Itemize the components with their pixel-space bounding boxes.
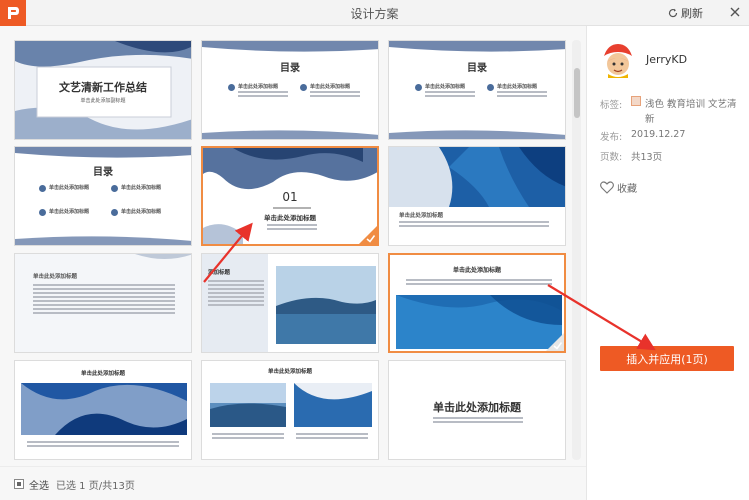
bullet [487, 84, 494, 91]
slide-item: 单击此处添加标题 [310, 84, 351, 90]
slide-title: 单击此处添加标题 [399, 213, 444, 219]
text-lines [310, 91, 360, 99]
slide-thumbnail-3[interactable]: 目录 单击此处添加标题 单击此处添加标题 [388, 40, 566, 140]
tag-icon [631, 96, 641, 106]
slide-title: 目录 [280, 63, 300, 74]
window-title: 设计方案 [350, 7, 399, 21]
slide-title: 单击此处添加标题 [33, 274, 78, 280]
text-lines [238, 91, 288, 99]
scrollbar-thumb[interactable] [574, 68, 580, 118]
text-lines [212, 433, 284, 441]
text-lines [33, 284, 175, 316]
select-all-label[interactable]: 全选 [29, 477, 49, 492]
close-button[interactable] [726, 3, 744, 21]
slide-thumbnail-8[interactable]: 添加标题 [201, 253, 379, 353]
bullet [415, 84, 422, 91]
text-lines [208, 280, 264, 308]
slide-thumbnail-1[interactable]: 文艺清新工作总结 单击此处添加副标题 [14, 40, 192, 140]
refresh-icon [668, 8, 678, 18]
text-lines [497, 91, 547, 99]
published-value: 2019.12.27 [631, 129, 686, 140]
text-lines [27, 441, 179, 449]
checkmark-icon [546, 333, 564, 351]
refresh-button[interactable]: 刷新 [668, 5, 703, 21]
template-gallery: 文艺清新工作总结 单击此处添加副标题 目录 单击此处添加标题 单击此处添加标题 … [0, 26, 586, 466]
slide-item: 单击此处添加标题 [497, 84, 538, 90]
slide-title: 单击此处添加标题 [80, 371, 125, 377]
bullet [111, 185, 118, 192]
checkmark-icon [359, 226, 377, 244]
slide-item: 单击此处添加标题 [425, 84, 466, 90]
slide-thumbnail-2[interactable]: 目录 单击此处添加标题 单击此处添加标题 [201, 40, 379, 140]
slide-thumbnail-10[interactable]: 单击此处添加标题 [14, 360, 192, 460]
bullet [111, 209, 118, 216]
slide-title: 目录 [467, 63, 487, 74]
slide-thumbnail-11[interactable]: 单击此处添加标题 [201, 360, 379, 460]
refresh-label: 刷新 [681, 7, 703, 20]
slide-item: 单击此处添加标题 [49, 185, 90, 191]
tags-value[interactable]: 浅色 教育培训 文艺清新 [645, 97, 741, 127]
slide-title: 单击此处添加标题 [267, 369, 312, 375]
slide-item: 单击此处添加标题 [49, 209, 90, 215]
section-number: 01 [282, 190, 298, 204]
title-bar: 设计方案 刷新 [0, 0, 749, 26]
text-lines [296, 433, 368, 441]
bullet [39, 209, 46, 216]
slide-item: 单击此处添加标题 [238, 84, 279, 90]
slide-title: 单击此处添加标题 [452, 267, 501, 274]
slide-title: 目录 [93, 167, 113, 178]
tags-label: 标签: [600, 100, 623, 111]
selection-info: 已选 1 页/共13页 [56, 481, 135, 492]
slide-thumbnail-4[interactable]: 目录 单击此处添加标题 单击此处添加标题 单击此处添加标题 单击此处添加标题 [14, 146, 192, 246]
slide-thumbnail-7[interactable]: 单击此处添加标题 [14, 253, 192, 353]
slide-item: 单击此处添加标题 [121, 209, 162, 215]
pages-value: 共13页 [631, 152, 663, 163]
slide-subtitle: 单击此处添加副标题 [80, 98, 126, 104]
text-lines [433, 417, 523, 425]
select-all-checkbox[interactable] [14, 479, 24, 489]
slide-thumbnail-12[interactable]: 单击此处添加标题 [388, 360, 566, 460]
slide-thumbnail-5[interactable]: 01 单击此处添加标题 [201, 146, 379, 246]
slide-item: 单击此处添加标题 [121, 185, 162, 191]
selection-footer: 全选 已选 1 页/共13页 [0, 466, 586, 500]
bullet [300, 84, 307, 91]
insert-and-apply-button[interactable]: 插入并应用(1页) [600, 346, 734, 371]
text-lines [425, 91, 475, 99]
slide-title: 添加标题 [208, 270, 231, 276]
author-avatar [598, 40, 638, 80]
close-icon [730, 7, 740, 17]
published-label: 发布: [600, 132, 623, 143]
heart-icon [600, 181, 614, 194]
slide-thumbnail-6[interactable]: 单击此处添加标题 [388, 146, 566, 246]
text-lines [406, 279, 552, 287]
text-lines [267, 224, 317, 232]
slide-title: 文艺清新工作总结 [59, 81, 147, 94]
favorite-button[interactable]: 收藏 [600, 180, 637, 195]
slide-title: 单击此处添加标题 [433, 401, 521, 414]
pages-label: 页数: [600, 152, 623, 163]
slide-thumbnail-9[interactable]: 单击此处添加标题 [388, 253, 566, 353]
author-name[interactable]: JerryKD [646, 53, 687, 66]
bullet [228, 84, 235, 91]
text-lines [399, 221, 549, 229]
slide-title: 单击此处添加标题 [264, 214, 316, 222]
bullet [39, 185, 46, 192]
favorite-label: 收藏 [617, 184, 637, 195]
